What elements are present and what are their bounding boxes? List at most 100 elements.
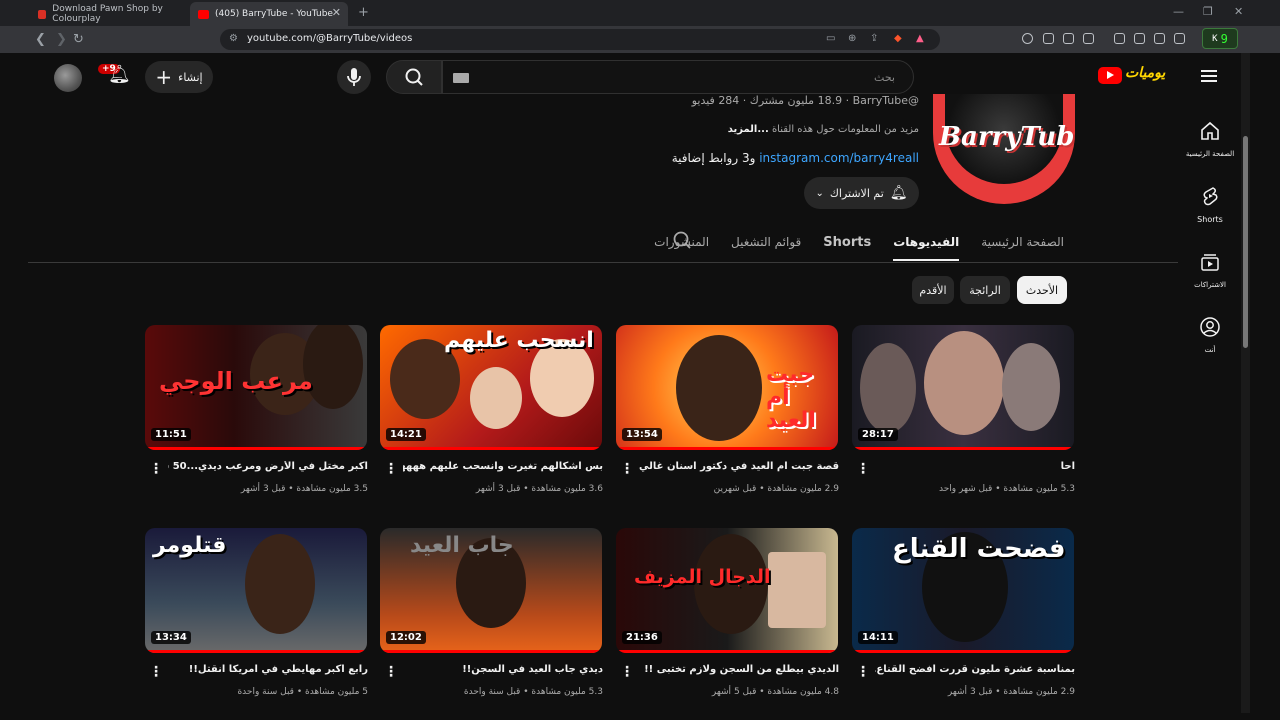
- rewards-icon[interactable]: ▲: [916, 33, 924, 44]
- duration-badge: 28:17: [858, 428, 898, 441]
- video-thumbnail[interactable]: جبت أم العيد 13:54: [616, 325, 838, 450]
- video-card[interactable]: 28:17 ⋮ احا 5.3 مليون مشاهدة • قبل شهر و…: [852, 325, 1075, 494]
- wallet-icon[interactable]: [1154, 33, 1165, 44]
- video-card[interactable]: الدجال المزيف 21:36 ⋮ الديدي بيطلع من ال…: [616, 528, 839, 697]
- minimize-icon[interactable]: —: [1173, 5, 1184, 18]
- filter-oldest[interactable]: الأقدم: [912, 276, 954, 304]
- new-tab-icon[interactable]: +: [358, 5, 369, 20]
- video-title[interactable]: بس اشكالهم تغيرت وانسحب عليهم هههههه: [403, 461, 603, 472]
- video-thumbnail[interactable]: الدجال المزيف 21:36: [616, 528, 838, 653]
- video-title[interactable]: ديدي جاب العيد في السجن!!: [403, 664, 603, 675]
- video-title[interactable]: رابع اكبر مهايطي في امريكا انقتل!!: [168, 664, 368, 675]
- more-link[interactable]: ...المزيد: [728, 124, 769, 135]
- subscribed-button[interactable]: ⌄ تم الاشتراك 🔔︎: [804, 177, 919, 209]
- sidebar-item-home[interactable]: الصفحة الرئيسية: [1180, 120, 1240, 158]
- tab-shorts[interactable]: Shorts: [812, 227, 882, 262]
- channel-avatar-text: BarryTube: [939, 122, 1075, 152]
- search-icon: [405, 68, 423, 86]
- forward-icon[interactable]: ❯: [56, 32, 67, 47]
- video-thumbnail[interactable]: جاب العيد 12:02: [380, 528, 602, 653]
- thumbnail-text: الدجال المزيف: [634, 566, 771, 588]
- close-tab-icon[interactable]: ✕: [332, 6, 341, 19]
- search-button[interactable]: [386, 60, 442, 94]
- video-meta: 5.3 مليون مشاهدة • قبل سنة واحدة: [463, 687, 603, 697]
- youtube-logo-icon[interactable]: [1098, 67, 1122, 84]
- sidebar-item-subscriptions[interactable]: الاشتراكات: [1180, 251, 1240, 289]
- more-options-icon[interactable]: ⋮: [856, 665, 870, 679]
- filter-popular[interactable]: الرائجة: [960, 276, 1010, 304]
- channel-description[interactable]: مزيد من المعلومات حول هذه القناة ...المز…: [728, 124, 919, 135]
- video-title[interactable]: قصة جبت ام العيد في دكتور اسنان غالي!: [639, 461, 839, 472]
- reload-icon[interactable]: ↻: [73, 32, 84, 47]
- plus-icon: +: [155, 65, 173, 89]
- more-options-icon[interactable]: ⋮: [620, 462, 634, 476]
- notifications-bell-icon[interactable]: 🔔︎: [108, 64, 131, 85]
- sidebar-label: الصفحة الرئيسية: [1185, 150, 1235, 158]
- sidebar-label: أنت: [1204, 346, 1216, 354]
- video-card[interactable]: قتلومر 13:34 ⋮ رابع اكبر مهايطي في امريك…: [145, 528, 368, 697]
- video-thumbnail[interactable]: 28:17: [852, 325, 1074, 450]
- channel-search-icon[interactable]: [672, 230, 692, 250]
- browser-tab[interactable]: Download Pawn Shop by Colourplay: [30, 2, 182, 26]
- video-title[interactable]: احا: [875, 461, 1075, 472]
- video-card[interactable]: جبت أم العيد 13:54 ⋮ قصة جبت ام العيد في…: [616, 325, 839, 494]
- browser-tab-active[interactable]: (405) BarryTube - YouTube ✕: [190, 2, 348, 26]
- site-info-icon[interactable]: ⚙: [229, 33, 238, 44]
- duration-badge: 14:11: [858, 631, 898, 644]
- cast-icon[interactable]: ▭: [826, 33, 835, 44]
- video-title[interactable]: الديدي بيطلع من السجن ولازم تختبى !!: [639, 664, 839, 675]
- back-icon[interactable]: ❮: [35, 32, 46, 47]
- close-window-icon[interactable]: ✕: [1234, 5, 1243, 18]
- extension-icon[interactable]: [1174, 33, 1185, 44]
- tab-title: Download Pawn Shop by Colourplay: [52, 4, 163, 24]
- voice-search-button[interactable]: [337, 60, 371, 94]
- extension-badge[interactable]: K 9: [1202, 28, 1238, 49]
- extension-icon[interactable]: [1134, 33, 1145, 44]
- address-bar[interactable]: ⚙ youtube.com/@BarryTube/videos ▭ ⊕ ⇪ ◆ …: [220, 29, 940, 50]
- menu-icon[interactable]: [1201, 70, 1217, 82]
- search-input-wrapper: [442, 60, 914, 94]
- brave-shield-icon[interactable]: ◆: [894, 33, 902, 44]
- video-meta: 4.8 مليون مشاهدة • قبل 5 أشهر: [711, 687, 839, 697]
- video-card[interactable]: مرعب الوجي 11:51 ⋮ اكبر مختل في الأرض وم…: [145, 325, 368, 494]
- browser-toolbar: ❮ ❯ ↻ ⚙ youtube.com/@BarryTube/videos ▭ …: [0, 26, 1280, 53]
- extension-icon[interactable]: [1043, 33, 1054, 44]
- more-options-icon[interactable]: ⋮: [856, 462, 870, 476]
- video-thumbnail[interactable]: مرعب الوجي 11:51: [145, 325, 367, 450]
- create-button[interactable]: + إنشاء: [145, 61, 213, 93]
- video-card[interactable]: جاب العيد 12:02 ⋮ ديدي جاب العيد في السج…: [380, 528, 603, 697]
- channel-avatar[interactable]: BarryTube: [933, 94, 1075, 204]
- tab-playlists[interactable]: قوائم التشغيل: [720, 227, 812, 261]
- more-options-icon[interactable]: ⋮: [384, 665, 398, 679]
- extension-icon[interactable]: [1022, 33, 1033, 44]
- download-icon[interactable]: [1114, 33, 1125, 44]
- tab-videos[interactable]: الفيديوهات: [882, 227, 970, 261]
- keyboard-icon[interactable]: [453, 73, 469, 83]
- extension-icon[interactable]: [1083, 33, 1094, 44]
- zoom-icon[interactable]: ⊕: [848, 33, 856, 44]
- more-options-icon[interactable]: ⋮: [149, 665, 163, 679]
- more-options-icon[interactable]: ⋮: [620, 665, 634, 679]
- video-card[interactable]: انسحب عليهم 14:21 ⋮ بس اشكالهم تغيرت وان…: [380, 325, 603, 494]
- video-title[interactable]: بمناسبة عشرة مليون قررت افضح القناع..: [875, 664, 1075, 675]
- instagram-link[interactable]: instagram.com/barry4reall: [759, 151, 919, 165]
- puzzle-icon[interactable]: [1063, 33, 1074, 44]
- browser-tabbar: Download Pawn Shop by Colourplay (405) B…: [0, 0, 1280, 26]
- avatar[interactable]: [54, 64, 82, 92]
- video-thumbnail[interactable]: انسحب عليهم 14:21: [380, 325, 602, 450]
- more-links[interactable]: و3 روابط إضافية: [672, 151, 760, 165]
- sidebar-item-shorts[interactable]: Shorts: [1180, 185, 1240, 224]
- video-thumbnail[interactable]: قتلومر 13:34: [145, 528, 367, 653]
- share-icon[interactable]: ⇪: [870, 33, 878, 44]
- more-options-icon[interactable]: ⋮: [149, 462, 163, 476]
- scrollbar-thumb[interactable]: [1243, 136, 1248, 348]
- sidebar-item-you[interactable]: أنت: [1180, 316, 1240, 354]
- video-card[interactable]: فضحت القناع 14:11 ⋮ بمناسبة عشرة مليون ق…: [852, 528, 1075, 697]
- restore-icon[interactable]: ❐: [1203, 5, 1213, 18]
- video-thumbnail[interactable]: فضحت القناع 14:11: [852, 528, 1074, 653]
- search-input[interactable]: [443, 61, 913, 93]
- tab-home[interactable]: الصفحة الرئيسية: [970, 227, 1075, 261]
- more-options-icon[interactable]: ⋮: [384, 462, 398, 476]
- filter-newest[interactable]: الأحدث: [1017, 276, 1067, 304]
- video-title[interactable]: اكبر مختل في الأرض ومرعب ديدي...50 سنت: [168, 461, 368, 472]
